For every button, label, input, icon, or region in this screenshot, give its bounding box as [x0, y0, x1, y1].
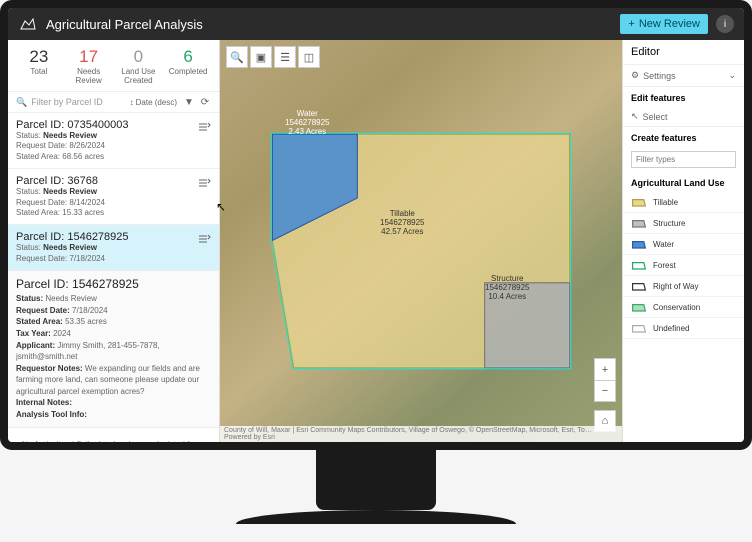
edit-icon[interactable]: [197, 121, 211, 135]
legend-item[interactable]: Conservation: [623, 297, 744, 318]
stats-row: 23Total 17Needs Review 0Land Use Created…: [8, 40, 219, 92]
legend-item[interactable]: Water: [623, 234, 744, 255]
map-zoom-controls: + −: [594, 358, 616, 402]
topbar: Agricultural Parcel Analysis +New Review…: [8, 8, 744, 40]
map-layers-icon[interactable]: ☰: [274, 46, 296, 68]
legend-label: Tillable: [653, 198, 678, 207]
parcel-list-item-selected[interactable]: Parcel ID: 1546278925 Status: Needs Revi…: [8, 225, 219, 271]
legend-item[interactable]: Forest: [623, 255, 744, 276]
filter-input[interactable]: 🔍 Filter by Parcel ID: [16, 97, 124, 108]
legend-label: Water: [653, 240, 674, 249]
parcel-list-item[interactable]: Parcel ID: 36768 Status: Needs Review Re…: [8, 169, 219, 225]
create-features-title: Create features: [623, 127, 744, 147]
map-basemap-icon[interactable]: ▣: [250, 46, 272, 68]
legend-label: Undefined: [653, 324, 689, 333]
legend-swatch-icon: [631, 280, 647, 292]
filter-icon[interactable]: ▼: [183, 96, 195, 108]
editor-title: Editor: [623, 40, 744, 65]
legend-item[interactable]: Right of Way: [623, 276, 744, 297]
legend-swatch-icon: [631, 322, 647, 334]
refresh-icon[interactable]: ⟳: [199, 96, 211, 108]
legend-swatch-icon: [631, 196, 647, 208]
sort-dropdown[interactable]: ↕Date (desc): [130, 98, 177, 107]
map-canvas[interactable]: 🔍 ▣ ☰ ◫ Water15462789252.43 Acres Tillab…: [220, 40, 622, 442]
legend-item[interactable]: Structure: [623, 213, 744, 234]
chevron-down-icon: ⌄: [728, 70, 736, 81]
filter-types-input[interactable]: [631, 151, 736, 168]
zoom-in-button[interactable]: +: [594, 358, 616, 380]
edit-icon[interactable]: [197, 233, 211, 247]
stat-landuse[interactable]: 0Land Use Created: [118, 48, 160, 85]
legend-label: Structure: [653, 219, 685, 228]
stat-needs-review[interactable]: 17Needs Review: [68, 48, 110, 85]
new-review-button[interactable]: +New Review: [620, 14, 708, 34]
gear-icon: ⚙: [631, 70, 639, 81]
map-bookmark-icon[interactable]: ◫: [298, 46, 320, 68]
legend-swatch-icon: [631, 217, 647, 229]
edit-features-title: Edit features: [623, 87, 744, 107]
parcel-detail-panel: Parcel ID: 1546278925 Status: Needs Revi…: [8, 271, 219, 428]
parcel-list-item[interactable]: Parcel ID: 0735400003 Status: Needs Revi…: [8, 113, 219, 169]
legend-label: Conservation: [653, 303, 700, 312]
map-label-structure: Structure154627892510.4 Acres: [485, 275, 530, 301]
info-icon[interactable]: i: [716, 15, 734, 33]
legend-label: Forest: [653, 261, 676, 270]
select-tool-button[interactable]: ↖ Select: [623, 107, 744, 127]
cursor-icon: ↖: [631, 111, 639, 122]
legend-item[interactable]: Undefined: [623, 318, 744, 339]
map-label-tillable: Tillable154627892542.57 Acres: [380, 210, 425, 236]
legend-label: Right of Way: [653, 282, 699, 291]
editor-panel: Editor ⚙ Settings ⌄ Edit features ↖ Sele…: [622, 40, 744, 442]
map-label-water: Water15462789252.43 Acres: [285, 110, 330, 136]
map-tools: 🔍 ▣ ☰ ◫: [226, 46, 320, 68]
editor-settings-button[interactable]: ⚙ Settings ⌄: [623, 65, 744, 87]
legend-title: Agricultural Land Use: [623, 174, 744, 192]
search-icon: 🔍: [16, 97, 27, 108]
zoom-out-button[interactable]: −: [594, 380, 616, 402]
parcel-sidebar: 23Total 17Needs Review 0Land Use Created…: [8, 40, 220, 442]
plus-icon: +: [628, 18, 634, 30]
map-attribution: County of Will, Maxar | Esri Community M…: [220, 426, 622, 442]
map-search-icon[interactable]: 🔍: [226, 46, 248, 68]
parcel-list: Parcel ID: 0735400003 Status: Needs Revi…: [8, 113, 219, 442]
app-title: Agricultural Parcel Analysis: [46, 17, 620, 32]
legend-swatch-icon: [631, 259, 647, 271]
stat-total[interactable]: 23Total: [18, 48, 60, 85]
legend-list: Tillable Structure Water Forest Right of Way…: [623, 192, 744, 339]
legend-swatch-icon: [631, 301, 647, 313]
no-data-message: No Agricultural Soils data has been calc…: [8, 428, 219, 442]
edit-icon[interactable]: [197, 177, 211, 191]
legend-swatch-icon: [631, 238, 647, 250]
stat-completed[interactable]: 6Completed: [167, 48, 209, 85]
legend-item[interactable]: Tillable: [623, 192, 744, 213]
filters-row: 🔍 Filter by Parcel ID ↕Date (desc) ▼ ⟳: [8, 92, 219, 113]
app-logo-icon: [18, 14, 38, 34]
